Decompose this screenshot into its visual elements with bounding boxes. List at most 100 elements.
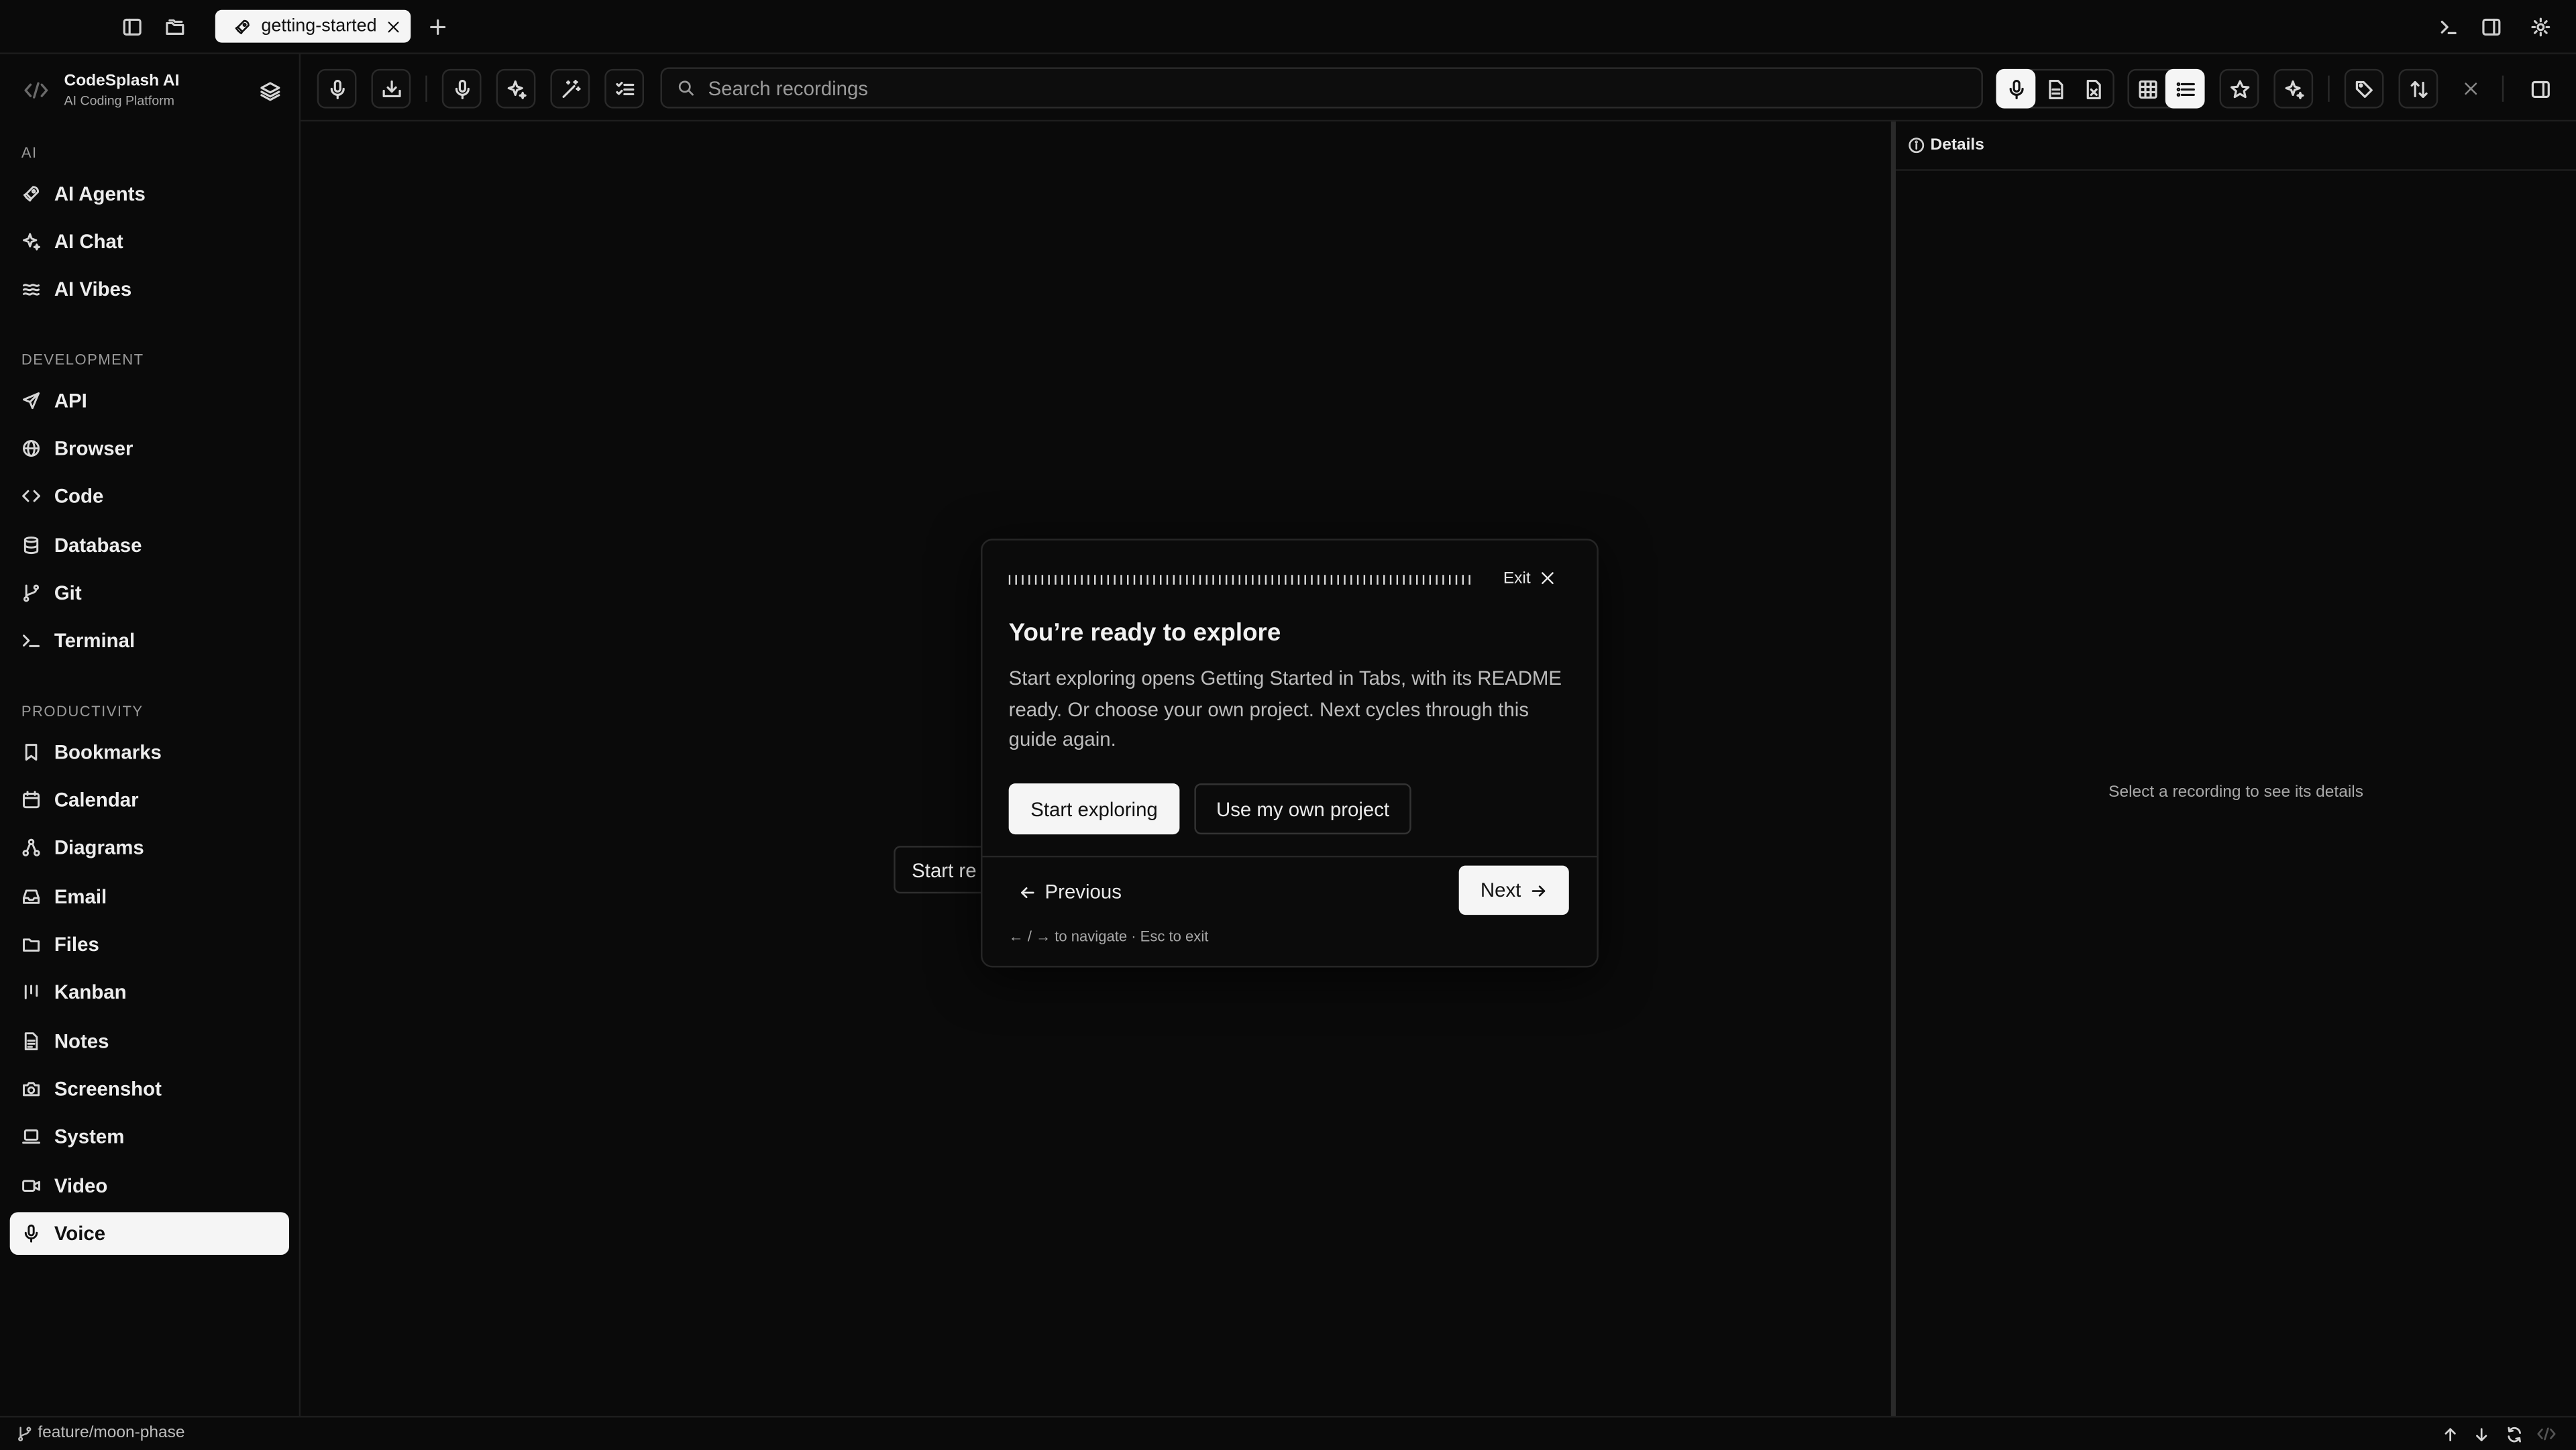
exit-label: Exit xyxy=(1503,569,1531,588)
split-view-icon[interactable] xyxy=(2473,8,2509,44)
sidebar-item-bookmarks[interactable]: Bookmarks xyxy=(10,731,289,774)
sidebar-item-screenshot[interactable]: Screenshot xyxy=(10,1068,289,1111)
import-icon[interactable] xyxy=(371,68,411,109)
toggle-sidebar-icon[interactable] xyxy=(113,8,150,44)
sidebar-item-files[interactable]: Files xyxy=(10,923,289,966)
panel-resize-handle[interactable] xyxy=(1890,121,1896,1416)
search-input[interactable] xyxy=(704,74,1960,101)
search-field[interactable] xyxy=(660,67,1983,109)
brand-logo-icon xyxy=(21,79,51,102)
sidebar-item-browser[interactable]: Browser xyxy=(10,427,289,470)
sidebar-item-terminal[interactable]: Terminal xyxy=(10,619,289,662)
sidebar-item-api[interactable]: API xyxy=(10,380,289,423)
sidebar-item-label: Email xyxy=(54,885,107,909)
sidebar-item-email[interactable]: Email xyxy=(10,875,289,918)
terminal-icon[interactable] xyxy=(2430,8,2466,44)
sidebar-item-git[interactable]: Git xyxy=(10,571,289,614)
bookmark-icon xyxy=(19,742,42,762)
details-panel: Details Select a recording to see its de… xyxy=(1896,121,2576,1416)
details-empty-text: Select a recording to see its details xyxy=(2108,783,2363,802)
title-bar: getting-started xyxy=(0,0,2576,54)
ai-sparkles-icon[interactable] xyxy=(496,68,536,109)
ai-filter-sparkles-icon[interactable] xyxy=(2273,68,2314,109)
close-icon xyxy=(1539,570,1555,586)
exit-button[interactable]: Exit xyxy=(1503,567,1556,590)
calendar-icon xyxy=(19,790,42,810)
sidebar-item-ai-chat[interactable]: AI Chat xyxy=(10,220,289,263)
sidebar: CodeSplash AI AI Coding Platform AI AI A… xyxy=(0,54,301,1416)
magic-wand-icon[interactable] xyxy=(550,68,590,109)
record-mic-icon[interactable] xyxy=(317,68,357,109)
step-progress-ticks xyxy=(1008,575,1470,585)
sidebar-item-label: Screenshot xyxy=(54,1077,162,1101)
toolbar xyxy=(301,54,2576,122)
toolbar-divider xyxy=(2502,75,2504,102)
list-view-icon[interactable] xyxy=(2165,68,2205,109)
mic-icon xyxy=(19,1223,42,1243)
use-own-project-button[interactable]: Use my own project xyxy=(1194,783,1411,835)
star-icon[interactable] xyxy=(2219,68,2259,109)
sort-arrows-icon[interactable] xyxy=(2398,68,2438,109)
sidebar-item-ai-agents[interactable]: AI Agents xyxy=(10,172,289,215)
dictate-mic-icon[interactable] xyxy=(441,68,482,109)
sidebar-item-label: Git xyxy=(54,581,82,605)
sidebar-item-ai-vibes[interactable]: AI Vibes xyxy=(10,268,289,311)
previous-button[interactable]: Previous xyxy=(1018,877,1122,907)
start-recording-label: Start re xyxy=(912,858,977,883)
sidebar-item-label: Diagrams xyxy=(54,836,144,859)
sidebar-item-label: Calendar xyxy=(54,788,139,812)
sidebar-item-system[interactable]: System xyxy=(10,1115,289,1158)
new-tab-icon[interactable] xyxy=(419,8,455,44)
folders-icon[interactable] xyxy=(156,8,193,44)
laptop-icon xyxy=(19,1127,42,1146)
close-tab-icon[interactable] xyxy=(381,19,404,34)
sidebar-item-database[interactable]: Database xyxy=(10,524,289,567)
rocket-icon xyxy=(228,17,254,36)
arrow-left-icon xyxy=(1018,883,1036,901)
details-header: Details xyxy=(1896,121,2576,171)
inbox-icon xyxy=(19,887,42,906)
sidebar-item-label: Voice xyxy=(54,1222,106,1245)
filter-document-x-icon[interactable] xyxy=(2074,69,2113,109)
arrow-up-icon[interactable] xyxy=(2438,1423,2461,1445)
kanban-icon xyxy=(19,982,42,1001)
sidebar-item-voice[interactable]: Voice xyxy=(9,1212,290,1256)
brand-tagline: AI Coding Platform xyxy=(64,93,174,109)
sidebar-item-label: API xyxy=(54,389,87,412)
onboarding-dialog: Exit You’re ready to explore Start explo… xyxy=(981,539,1599,968)
sidebar-item-video[interactable]: Video xyxy=(10,1164,289,1207)
sidebar-item-diagrams[interactable]: Diagrams xyxy=(10,826,289,869)
workspace-layers-icon[interactable] xyxy=(256,77,282,103)
toolbar-divider xyxy=(2328,75,2330,102)
filter-transcript-icon[interactable] xyxy=(2035,69,2075,109)
dialog-body: Start exploring opens Getting Started in… xyxy=(1008,667,1562,751)
terminal-icon xyxy=(19,630,42,650)
tags-icon[interactable] xyxy=(2344,68,2384,109)
arrow-right-icon xyxy=(1529,881,1548,899)
sidebar-item-label: System xyxy=(54,1125,125,1148)
sync-refresh-icon[interactable] xyxy=(2502,1423,2525,1445)
tab-getting-started[interactable]: getting-started xyxy=(215,9,411,43)
close-icon[interactable] xyxy=(2456,74,2485,103)
toggle-details-panel-icon[interactable] xyxy=(2524,72,2557,105)
sidebar-item-code[interactable]: Code xyxy=(10,475,289,518)
status-bar: feature/moon-phase xyxy=(0,1416,2576,1450)
sidebar-item-notes[interactable]: Notes xyxy=(10,1020,289,1063)
sidebar-item-kanban[interactable]: Kanban xyxy=(10,970,289,1013)
sidebar-item-label: Code xyxy=(54,484,104,508)
next-button[interactable]: Next xyxy=(1458,865,1569,915)
sidebar-item-label: Notes xyxy=(54,1029,109,1053)
grid-view-icon[interactable] xyxy=(2127,69,2167,109)
details-title: Details xyxy=(1930,136,1984,155)
settings-gear-icon[interactable] xyxy=(2522,8,2558,44)
arrow-down-icon[interactable] xyxy=(2469,1423,2492,1445)
sidebar-item-calendar[interactable]: Calendar xyxy=(10,779,289,822)
send-icon xyxy=(19,391,42,410)
tab-label: getting-started xyxy=(261,16,377,36)
start-exploring-button[interactable]: Start exploring xyxy=(1008,783,1180,835)
sidebar-item-label: AI Agents xyxy=(54,182,146,206)
section-heading-development: DEVELOPMENT xyxy=(21,351,144,368)
checklist-icon[interactable] xyxy=(604,68,645,109)
filter-audio-mic-icon[interactable] xyxy=(1996,68,2036,109)
sidebar-item-label: Bookmarks xyxy=(54,740,162,764)
